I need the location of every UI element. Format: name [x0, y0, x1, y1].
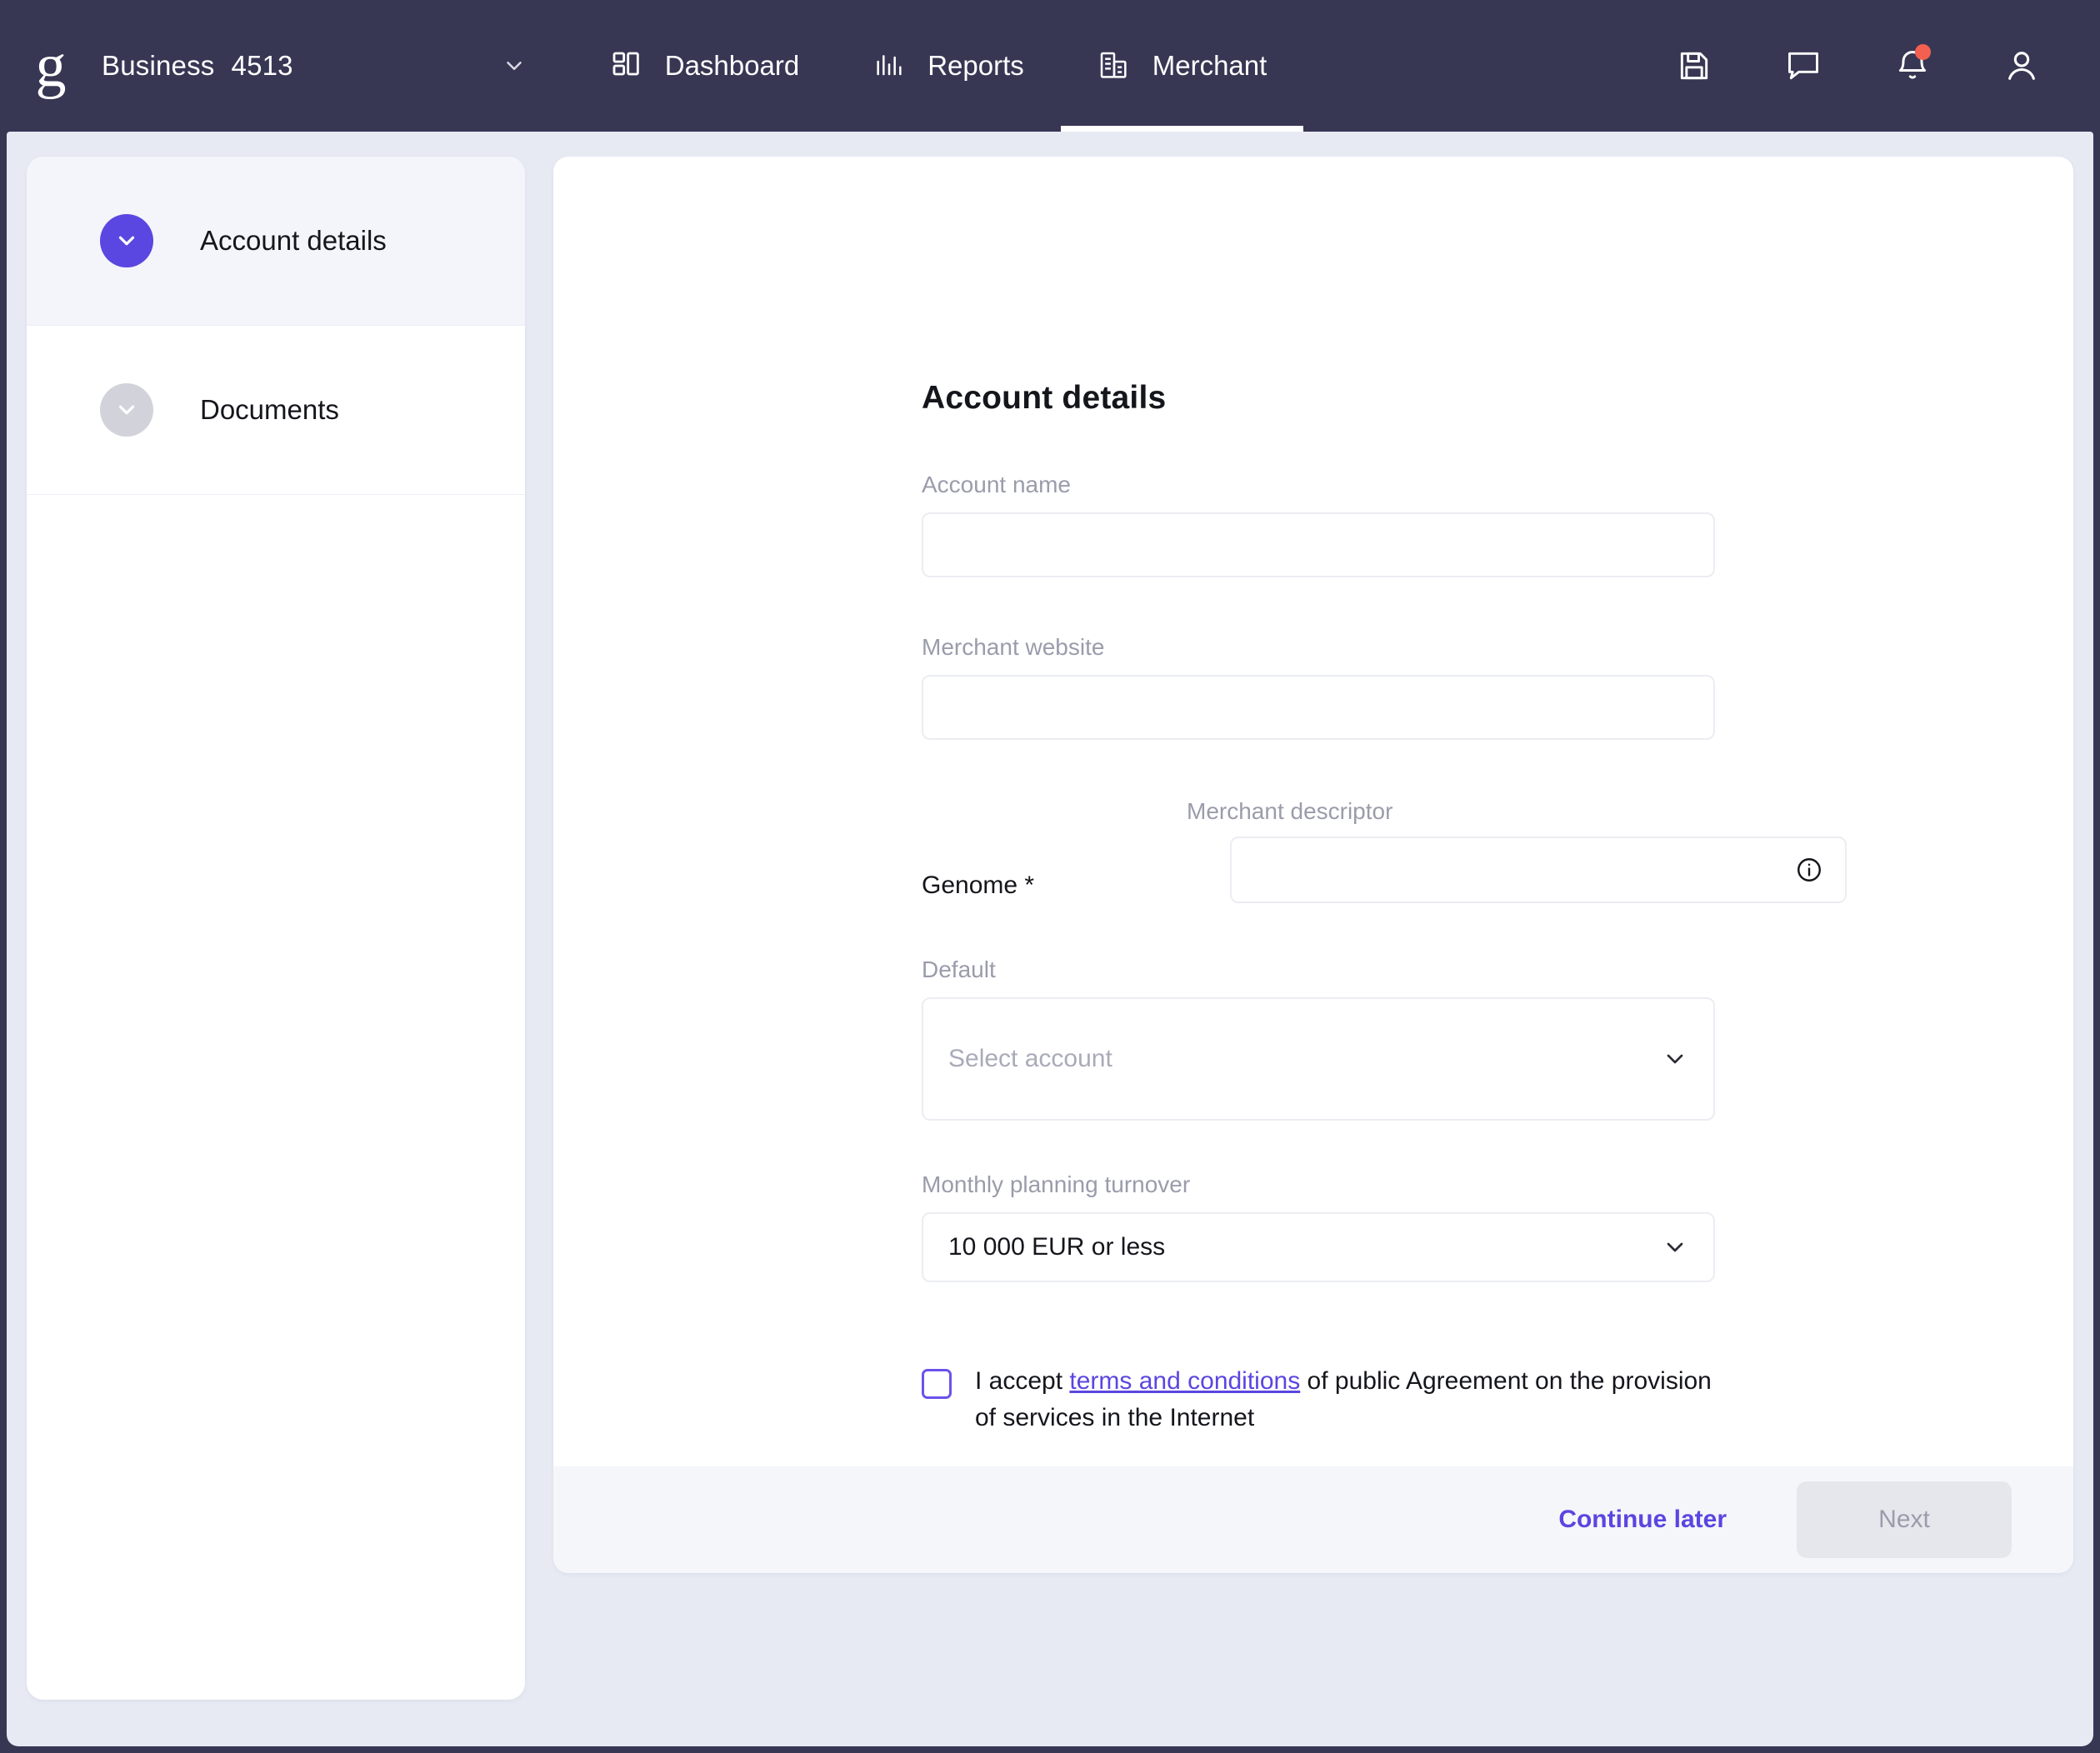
sidebar-item-label: Documents: [200, 394, 339, 425]
bar-chart-icon: [872, 49, 906, 82]
terms-and-conditions-link[interactable]: terms and conditions: [1069, 1367, 1300, 1395]
monthly-turnover-value: 10 000 EUR or less: [948, 1233, 1166, 1261]
accept-text-before: I accept: [975, 1367, 1070, 1395]
app-root: g Business 4513 Dashboard Reports Mercha…: [0, 0, 2100, 1753]
header-actions: [1671, 42, 2057, 89]
notification-badge-dot: [1915, 44, 1931, 60]
chevron-down-icon[interactable]: [502, 53, 527, 78]
merchant-descriptor-input[interactable]: [1230, 837, 1847, 903]
accept-terms-row: I accept terms and conditions of public …: [922, 1363, 1738, 1436]
save-icon[interactable]: [1671, 42, 1718, 89]
primary-tabs: Dashboard Reports Merchant: [573, 0, 1304, 132]
notifications-bell-icon[interactable]: [1889, 42, 1936, 89]
form-actions-footer: Continue later Next: [553, 1466, 2073, 1573]
tab-merchant[interactable]: Merchant: [1060, 0, 1304, 132]
continue-later-button[interactable]: Continue later: [1532, 1506, 1753, 1534]
tab-merchant-label: Merchant: [1152, 50, 1268, 81]
default-account-select[interactable]: Select account: [922, 997, 1715, 1121]
chevron-down-icon[interactable]: [1662, 1046, 1688, 1072]
brand-switcher[interactable]: g Business 4513: [32, 33, 527, 98]
monthly-turnover-select[interactable]: 10 000 EUR or less: [922, 1212, 1715, 1282]
tab-dashboard-label: Dashboard: [664, 50, 800, 81]
chat-icon[interactable]: [1780, 42, 1827, 89]
field-label-merchant-descriptor: Merchant descriptor: [1187, 798, 1393, 824]
account-details-card: Account details Account name Merchant we…: [553, 157, 2073, 1573]
field-label-default: Default: [922, 956, 996, 982]
field-monthly-turnover: Monthly planning turnover 10 000 EUR or …: [922, 1171, 1715, 1282]
sidebar-item-account-details[interactable]: Account details: [27, 157, 525, 325]
field-default-account: Default Select account: [922, 956, 1715, 1121]
info-circle-icon[interactable]: [1795, 856, 1823, 884]
account-details-form: Account details Account name Merchant we…: [553, 157, 2073, 1466]
field-merchant-website: Merchant website: [922, 634, 1715, 740]
default-account-value: Select account: [948, 1045, 1112, 1072]
sidebar-item-documents[interactable]: Documents: [27, 326, 525, 494]
tab-reports[interactable]: Reports: [836, 0, 1061, 132]
genome-g-logo: g: [35, 32, 67, 100]
merchant-website-input[interactable]: [922, 675, 1715, 740]
brand-id: 4513: [231, 50, 293, 81]
field-label-merchant-website: Merchant website: [922, 634, 1105, 660]
top-navigation-bar: g Business 4513 Dashboard Reports Mercha…: [0, 0, 2100, 132]
brand-label: Business: [102, 50, 215, 81]
next-button[interactable]: Next: [1797, 1481, 2012, 1558]
page-body: Account details Documents Account detail…: [7, 132, 2093, 1746]
user-profile-icon[interactable]: [1998, 42, 2045, 89]
brand-name: Business 4513: [102, 50, 293, 82]
accept-terms-checkbox[interactable]: [922, 1369, 952, 1399]
sidebar-item-label: Account details: [200, 225, 387, 256]
accept-terms-text: I accept terms and conditions of public …: [975, 1363, 1738, 1436]
sidebar-divider: [27, 494, 525, 495]
merchant-building-icon: [1098, 49, 1131, 82]
field-account-name: Account name: [922, 472, 1715, 577]
dashboard-icon: [610, 49, 643, 82]
field-label-monthly-turnover: Monthly planning turnover: [922, 1171, 1191, 1197]
field-label-account-name: Account name: [922, 472, 1071, 497]
merchant-descriptor-prefix: Genome *: [922, 872, 1035, 899]
chevron-down-icon[interactable]: [1662, 1234, 1688, 1261]
chevron-down-icon: [100, 214, 153, 267]
tab-dashboard[interactable]: Dashboard: [573, 0, 836, 132]
account-name-input[interactable]: [922, 512, 1715, 577]
tab-reports-label: Reports: [928, 50, 1024, 81]
page-title: Account details: [922, 380, 1167, 416]
chevron-down-icon: [100, 383, 153, 437]
onboarding-steps-sidebar: Account details Documents: [27, 157, 525, 1700]
